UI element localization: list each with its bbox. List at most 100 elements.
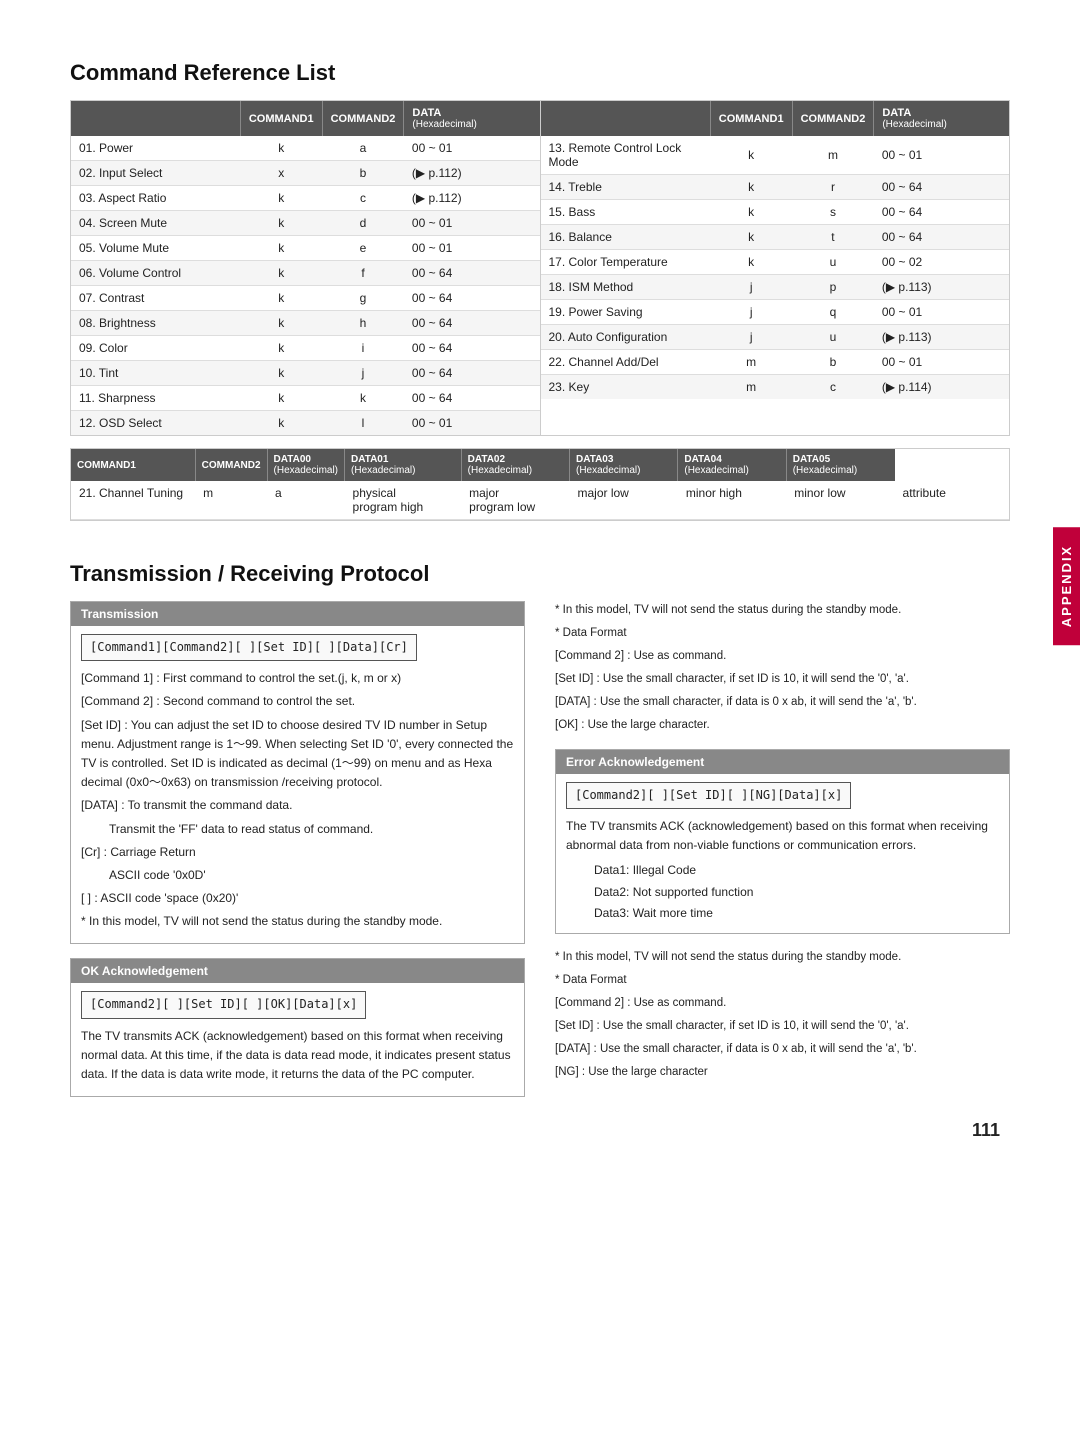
appendix-tab: APPENDIX [1053, 526, 1080, 644]
command-table: COMMAND1 COMMAND2 DATA(Hexadecimal) 01. … [70, 100, 1010, 436]
col-item-right [541, 101, 711, 136]
table-row: 20. Auto Configuration [541, 325, 711, 350]
error-ack-body: The TV transmits ACK (acknowledgement) b… [566, 817, 999, 855]
table-row: j [710, 275, 792, 300]
col-cmd2-right: COMMAND2 [792, 101, 874, 136]
channel-col-header: DATA00(Hexadecimal) [267, 449, 344, 481]
table-row: m [792, 136, 874, 175]
transmission-header: Transmission [71, 602, 524, 626]
table-row: 00 ~ 01 [874, 300, 1009, 325]
transmission-line: [Command 1] : First command to control t… [81, 669, 514, 688]
table-row: 00 ~ 01 [874, 136, 1009, 175]
ok-ack-header: OK Acknowledgement [71, 959, 524, 983]
channel-col-header: DATA02(Hexadecimal) [461, 449, 569, 481]
table-row: c [322, 186, 404, 211]
table-row: k [240, 311, 322, 336]
transmission-line: [ ] : ASCII code 'space (0x20)' [81, 889, 514, 908]
table-row: k [240, 361, 322, 386]
table-row: 14. Treble [541, 175, 711, 200]
table-row: 06. Volume Control [71, 261, 240, 286]
table-row: 15. Bass [541, 200, 711, 225]
table-row: 12. OSD Select [71, 411, 240, 436]
table-row: 23. Key [541, 375, 711, 400]
table-row: q [792, 300, 874, 325]
transmission-lines: [Command 1] : First command to control t… [81, 669, 514, 931]
error-footer-note: [DATA] : Use the small character, if dat… [555, 1040, 1010, 1059]
table-row: k [710, 225, 792, 250]
table-row: 02. Input Select [71, 161, 240, 186]
table-row: t [792, 225, 874, 250]
table-row: a [322, 136, 404, 161]
ok-ack-body: The TV transmits ACK (acknowledgement) b… [81, 1027, 514, 1085]
table-row: k [240, 286, 322, 311]
table-row: k [240, 411, 322, 436]
table-row: k [240, 211, 322, 236]
ok-ack-formula: [Command2][ ][Set ID][ ][OK][Data][x] [81, 991, 366, 1018]
table-row: 10. Tint [71, 361, 240, 386]
col-item-left [71, 101, 240, 136]
table-row: 18. ISM Method [541, 275, 711, 300]
table-row: 00 ~ 64 [404, 386, 540, 411]
error-footer-notes: * In this model, TV will not send the st… [555, 948, 1010, 1082]
channel-data02: major low [570, 481, 678, 520]
page-number: 111 [972, 1120, 1000, 1141]
channel-tuning-table: COMMAND1COMMAND2DATA00(Hexadecimal)DATA0… [70, 448, 1010, 521]
table-row: u [792, 250, 874, 275]
protocol-section: Transmission / Receiving Protocol Transm… [70, 561, 1010, 1111]
channel-cmd1: m [195, 481, 267, 520]
right-note: [Set ID] : Use the small character, if s… [555, 670, 1010, 689]
table-row: k [710, 250, 792, 275]
table-row: k [240, 236, 322, 261]
table-row: 16. Balance [541, 225, 711, 250]
transmission-line: ASCII code '0x0D' [81, 866, 514, 885]
table-row: b [322, 161, 404, 186]
table-row: (▶ p.114) [874, 375, 1009, 400]
error-footer-note: * Data Format [555, 971, 1010, 990]
right-note: * Data Format [555, 624, 1010, 643]
right-note: * In this model, TV will not send the st… [555, 601, 1010, 620]
channel-tuning-row: 21. Channel Tuning m a physicalprogram h… [71, 481, 1009, 520]
table-row: 00 ~ 01 [404, 211, 540, 236]
table-row: 00 ~ 64 [404, 286, 540, 311]
ok-ack-box: OK Acknowledgement [Command2][ ][Set ID]… [70, 958, 525, 1097]
table-row: 00 ~ 64 [404, 311, 540, 336]
table-row: 19. Power Saving [541, 300, 711, 325]
table-row: 07. Contrast [71, 286, 240, 311]
table-row: 01. Power [71, 136, 240, 161]
table-row: 00 ~ 64 [874, 175, 1009, 200]
table-row: k [710, 175, 792, 200]
table-row: k [710, 136, 792, 175]
col-data-right: DATA(Hexadecimal) [874, 101, 1009, 136]
table-row: 00 ~ 02 [874, 250, 1009, 275]
table-row: 17. Color Temperature [541, 250, 711, 275]
cmd-ref-title: Command Reference List [70, 60, 1010, 86]
table-row: k [240, 136, 322, 161]
table-row: p [792, 275, 874, 300]
table-row: 11. Sharpness [71, 386, 240, 411]
table-row: j [710, 300, 792, 325]
right-notes: * In this model, TV will not send the st… [555, 601, 1010, 735]
table-row: 00 ~ 01 [874, 350, 1009, 375]
error-footer-note: [Set ID] : Use the small character, if s… [555, 1017, 1010, 1036]
table-row: 00 ~ 64 [404, 261, 540, 286]
table-row: m [710, 375, 792, 400]
table-row: d [322, 211, 404, 236]
channel-data01: majorprogram low [461, 481, 569, 520]
table-row: r [792, 175, 874, 200]
table-row: b [792, 350, 874, 375]
channel-col-header: DATA05(Hexadecimal) [786, 449, 894, 481]
table-row: k [240, 336, 322, 361]
error-ack-formula: [Command2][ ][Set ID][ ][NG][Data][x] [566, 782, 851, 809]
table-row: s [792, 200, 874, 225]
table-row: c [792, 375, 874, 400]
table-row: j [322, 361, 404, 386]
table-row: m [710, 350, 792, 375]
right-note: [OK] : Use the large character. [555, 716, 1010, 735]
table-row: j [710, 325, 792, 350]
channel-data04: minor low [786, 481, 894, 520]
col-cmd1-left: COMMAND1 [240, 101, 322, 136]
transmission-line: [Command 2] : Second command to control … [81, 692, 514, 711]
error-item: Data1: Illegal Code [566, 861, 999, 880]
ok-ack-content: [Command2][ ][Set ID][ ][OK][Data][x] Th… [71, 983, 524, 1096]
channel-data03: minor high [678, 481, 786, 520]
